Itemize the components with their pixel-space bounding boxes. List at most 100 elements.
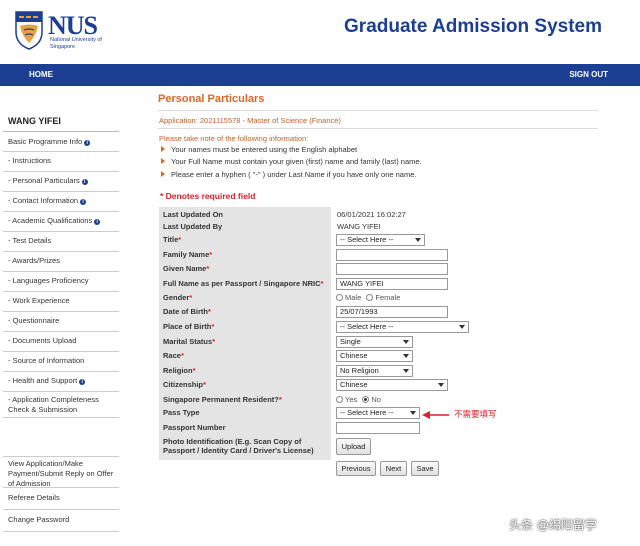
top-nav-bar: HOME SIGN OUT bbox=[0, 64, 640, 86]
next-button[interactable]: Next bbox=[380, 461, 407, 476]
sidebar-item-label: Referee Details bbox=[8, 493, 60, 502]
info-icon[interactable]: i bbox=[84, 140, 91, 146]
religion-select[interactable]: No Religion bbox=[336, 365, 413, 377]
label-place-of-birth: Place of Birth* bbox=[163, 322, 215, 331]
sidebar-item-languages-proficiency[interactable]: - Languages Proficiency bbox=[3, 272, 119, 292]
watermark: 头条 @绵阳留学 bbox=[509, 518, 597, 532]
sidebar-item-label: - Application Completeness Check & Submi… bbox=[8, 395, 99, 414]
sidebar-item-work-experience[interactable]: - Work Experience bbox=[3, 292, 119, 312]
label-spr: Singapore Permanent Resident?* bbox=[163, 395, 282, 404]
app-title: Graduate Admission System bbox=[344, 16, 602, 37]
family-name-input[interactable] bbox=[336, 249, 448, 261]
sidebar-item-label: - Contact Information bbox=[8, 196, 79, 205]
previous-button[interactable]: Previous bbox=[336, 461, 376, 476]
info-icon[interactable]: i bbox=[80, 199, 87, 205]
spr-radio-group: Yes No bbox=[336, 395, 381, 405]
sidebar-item-label: - Documents Upload bbox=[8, 336, 77, 345]
logo-subtitle: National University of Singapore bbox=[50, 37, 102, 50]
note-item: Your Full Name must contain your given (… bbox=[161, 157, 422, 166]
label-passport-number: Passport Number bbox=[163, 423, 226, 432]
label-religion: Religion* bbox=[163, 366, 196, 375]
note-item: Your names must be entered using the Eng… bbox=[161, 145, 357, 154]
sidebar-item-documents-upload[interactable]: - Documents Upload bbox=[3, 332, 119, 352]
header: NUS National University of Singapore Gra… bbox=[0, 0, 640, 64]
sign-out-link[interactable]: SIGN OUT bbox=[569, 70, 608, 79]
sidebar-item-label: Basic Programme Info bbox=[8, 137, 83, 146]
spr-no-radio[interactable] bbox=[362, 396, 370, 403]
required-field-note: * Denotes required field bbox=[160, 191, 256, 201]
label-date-of-birth: Date of Birth* bbox=[163, 307, 211, 316]
nus-crest-icon bbox=[15, 11, 43, 50]
pass-type-select[interactable]: -- Select Here -- bbox=[336, 407, 420, 419]
label-full-name: Full Name as per Passport / Singapore NR… bbox=[163, 279, 324, 288]
sidebar-item-change-password[interactable]: Change Password bbox=[3, 510, 119, 532]
last-updated-on-value: 06/01/2021 16:02:27 bbox=[337, 210, 406, 219]
given-name-input[interactable] bbox=[336, 263, 448, 275]
title-select[interactable]: -- Select Here -- bbox=[336, 234, 425, 246]
sidebar-item-application-completeness[interactable]: - Application Completeness Check & Submi… bbox=[3, 392, 119, 418]
divider bbox=[158, 128, 598, 129]
gender-female-radio[interactable] bbox=[366, 294, 374, 301]
sidebar-item-label: - Languages Proficiency bbox=[8, 276, 89, 285]
sidebar-item-personal-particulars[interactable]: - Personal Particulars i bbox=[3, 172, 119, 192]
citizenship-select[interactable]: Chinese bbox=[336, 379, 448, 391]
annotation-text: 不需要填写 bbox=[454, 410, 497, 420]
sidebar-item-label: View Application/Make Payment/Submit Rep… bbox=[8, 459, 114, 488]
application-info: Application: 2021115578 - Master of Scie… bbox=[159, 116, 341, 125]
sidebar-item-label: Change Password bbox=[8, 515, 70, 524]
place-of-birth-select[interactable]: -- Select Here -- bbox=[336, 321, 469, 333]
sidebar-item-test-details[interactable]: - Test Details bbox=[3, 232, 119, 252]
bullet-arrow-icon bbox=[161, 158, 165, 164]
sidebar-item-academic-qualifications[interactable]: - Academic Qualifications i bbox=[3, 212, 119, 232]
sidebar-item-label: - Test Details bbox=[8, 236, 52, 245]
sidebar-item-label: - Instructions bbox=[8, 156, 51, 165]
sidebar-item-health-and-support[interactable]: - Health and Support i bbox=[3, 372, 119, 392]
sidebar-item-label: - Academic Qualifications bbox=[8, 216, 93, 225]
sidebar-item-basic-programme-info[interactable]: Basic Programme Info i bbox=[3, 134, 119, 152]
sidebar-item-view-application[interactable]: View Application/Make Payment/Submit Rep… bbox=[3, 456, 119, 488]
gender-male-radio[interactable] bbox=[336, 294, 343, 301]
upload-button[interactable]: Upload bbox=[336, 438, 371, 455]
marital-status-select[interactable]: Single bbox=[336, 336, 413, 348]
last-updated-by-value: WANG YIFEI bbox=[337, 222, 381, 231]
passport-number-input[interactable] bbox=[336, 422, 420, 434]
spr-yes-radio[interactable] bbox=[336, 396, 343, 403]
home-link[interactable]: HOME bbox=[29, 70, 53, 79]
page-title: Personal Particulars bbox=[158, 93, 265, 105]
gender-radio-group: Male Female bbox=[336, 293, 400, 303]
notes-heading: Please take note of the following inform… bbox=[159, 134, 309, 143]
sidebar-user-name: WANG YIFEI bbox=[3, 114, 119, 132]
info-icon[interactable]: i bbox=[94, 219, 101, 225]
annotation-arrow-icon bbox=[422, 411, 449, 419]
info-icon[interactable]: i bbox=[79, 379, 86, 385]
label-gender: Gender* bbox=[163, 293, 193, 302]
label-family-name: Family Name* bbox=[163, 250, 213, 259]
label-citizenship: Citizenship* bbox=[163, 380, 206, 389]
bullet-arrow-icon bbox=[161, 171, 165, 177]
divider bbox=[158, 110, 598, 111]
sidebar-item-label: - Work Experience bbox=[8, 296, 70, 305]
nus-logo[interactable]: NUS National University of Singapore bbox=[14, 10, 114, 56]
sidebar-item-label: - Source of Information bbox=[8, 356, 85, 365]
save-button[interactable]: Save bbox=[411, 461, 439, 476]
sidebar-item-source-of-information[interactable]: - Source of Information bbox=[3, 352, 119, 372]
info-icon[interactable]: i bbox=[81, 179, 88, 185]
label-race: Race* bbox=[163, 351, 184, 360]
sidebar-item-awards-prizes[interactable]: - Awards/Prizes bbox=[3, 252, 119, 272]
sidebar-item-label: - Personal Particulars bbox=[8, 176, 80, 185]
date-of-birth-input[interactable]: 25/07/1993 bbox=[336, 306, 448, 318]
sidebar-item-contact-information[interactable]: - Contact Information i bbox=[3, 192, 119, 212]
label-last-updated-by: Last Updated By bbox=[163, 222, 223, 231]
label-pass-type: Pass Type bbox=[163, 408, 200, 417]
sidebar-item-referee-details[interactable]: Referee Details bbox=[3, 488, 119, 510]
full-name-input[interactable]: WANG YIFEI bbox=[336, 278, 448, 290]
sidebar-item-instructions[interactable]: - Instructions bbox=[3, 152, 119, 172]
label-title: Title* bbox=[163, 235, 182, 244]
sidebar-item-questionnaire[interactable]: - Questionnaire bbox=[3, 312, 119, 332]
sidebar: WANG YIFEI Basic Programme Info i - Instr… bbox=[3, 114, 119, 532]
label-photo-identification: Photo Identification (E.g. Scan Copy of … bbox=[163, 437, 314, 455]
race-select[interactable]: Chinese bbox=[336, 350, 413, 362]
bullet-arrow-icon bbox=[161, 146, 165, 152]
sidebar-item-label: - Awards/Prizes bbox=[8, 256, 60, 265]
label-marital-status: Marital Status* bbox=[163, 337, 216, 346]
